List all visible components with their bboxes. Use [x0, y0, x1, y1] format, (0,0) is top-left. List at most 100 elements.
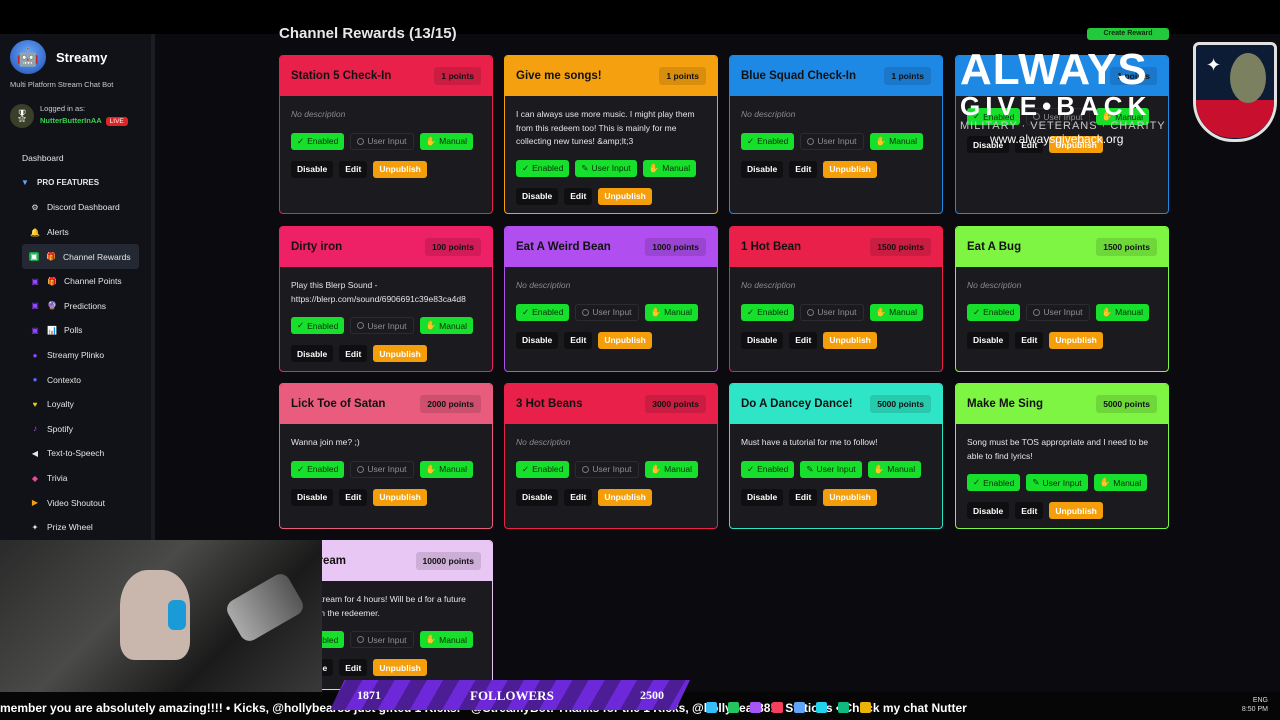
edit-button[interactable]: Edit: [339, 160, 368, 178]
tray-icon[interactable]: [772, 701, 783, 713]
edit-button[interactable]: Edit: [339, 488, 368, 506]
manual-toggle[interactable]: ✋ Manual: [869, 303, 924, 321]
manual-toggle[interactable]: ✋ Manual: [644, 460, 699, 478]
enabled-toggle[interactable]: ✓Enabled: [291, 132, 345, 150]
user-input-toggle[interactable]: User Input: [800, 132, 864, 150]
enabled-toggle[interactable]: ✓Enabled: [291, 317, 345, 334]
nav-item-alerts[interactable]: 🔔 Alerts: [0, 220, 151, 245]
reward-card: Eat A Bug 1500 points No description ✓ En…: [955, 226, 1169, 372]
enabled-toggle[interactable]: ✓Enabled: [516, 303, 570, 321]
nav-item-loyalty[interactable]: ♥ Loyalty: [0, 392, 151, 417]
unpublish-button[interactable]: Unpublish: [823, 331, 877, 349]
edit-button[interactable]: Edit: [339, 659, 368, 676]
nav-pro-features[interactable]: ▼ PRO FEATURES: [0, 171, 151, 196]
nav-item-channel-points[interactable]: ▣ 🎁 Channel Points: [0, 269, 151, 294]
unpublish-button[interactable]: Unpublish: [373, 488, 427, 506]
disable-button[interactable]: Disable: [967, 502, 1010, 519]
disable-button[interactable]: Disable: [291, 488, 334, 506]
user-input-toggle[interactable]: ✎ User Input: [1026, 474, 1088, 491]
user-input-toggle[interactable]: User Input: [800, 303, 864, 321]
manual-toggle[interactable]: ✋ Manual: [869, 132, 924, 150]
edit-button[interactable]: Edit: [789, 160, 818, 178]
manual-toggle[interactable]: ✋ Manual: [419, 132, 474, 150]
nav-item-polls[interactable]: ▣ 📊 Polls: [0, 318, 151, 343]
enabled-toggle[interactable]: ✓Enabled: [741, 460, 795, 478]
create-reward-button[interactable]: Create Reward: [1087, 28, 1169, 40]
manual-toggle[interactable]: ✋ Manual: [644, 303, 699, 321]
manual-toggle[interactable]: ✋ Manual: [1095, 303, 1150, 321]
enabled-toggle[interactable]: ✓Enabled: [516, 159, 570, 177]
nav-item-discord-dashboard[interactable]: ⚙ Discord Dashboard: [0, 195, 151, 220]
manual-toggle[interactable]: ✋ Manual: [419, 631, 474, 648]
nav-item-trivia[interactable]: ◆ Trivia: [0, 466, 151, 491]
edit-button[interactable]: Edit: [564, 331, 593, 349]
user-input-toggle[interactable]: ✎ User Input: [800, 460, 862, 478]
disable-button[interactable]: Disable: [516, 488, 559, 506]
unpublish-button[interactable]: Unpublish: [373, 345, 427, 362]
tray-icon[interactable]: [728, 701, 739, 713]
disable-button[interactable]: Disable: [741, 488, 784, 506]
unpublish-button[interactable]: Unpublish: [598, 488, 652, 506]
tray-icon[interactable]: [838, 701, 849, 713]
tray-icon[interactable]: [706, 701, 717, 713]
nav-item-spotify[interactable]: ♪ Spotify: [0, 417, 151, 442]
edit-button[interactable]: Edit: [564, 187, 593, 205]
unpublish-button[interactable]: Unpublish: [373, 659, 427, 676]
user-input-toggle[interactable]: User Input: [350, 317, 414, 334]
user-input-toggle[interactable]: User Input: [350, 460, 414, 478]
nav-item-streamy-plinko[interactable]: ● Streamy Plinko: [0, 343, 151, 368]
unpublish-button[interactable]: Unpublish: [1049, 331, 1103, 349]
user-input-toggle[interactable]: User Input: [575, 460, 639, 478]
disable-button[interactable]: Disable: [967, 331, 1010, 349]
nav-item-prize-wheel[interactable]: ✦ Prize Wheel: [0, 515, 151, 540]
disable-button[interactable]: Disable: [741, 160, 784, 178]
edit-button[interactable]: Edit: [1015, 331, 1044, 349]
nav-dashboard[interactable]: Dashboard: [0, 146, 151, 171]
user-input-toggle[interactable]: User Input: [575, 303, 639, 321]
disable-button[interactable]: Disable: [741, 331, 784, 349]
edit-button[interactable]: Edit: [789, 331, 818, 349]
user-input-toggle[interactable]: User Input: [1026, 303, 1090, 321]
nav-item-channel-rewards[interactable]: ▣ 🎁 Channel Rewards: [22, 244, 139, 269]
edit-button[interactable]: Edit: [564, 488, 593, 506]
enabled-toggle[interactable]: ✓Enabled: [967, 303, 1021, 321]
unpublish-button[interactable]: Unpublish: [1049, 502, 1103, 519]
enabled-toggle[interactable]: ✓Enabled: [967, 474, 1021, 491]
disable-button[interactable]: Disable: [291, 345, 334, 362]
enabled-toggle[interactable]: ✓Enabled: [741, 303, 795, 321]
unpublish-button[interactable]: Unpublish: [373, 160, 427, 178]
avatar[interactable]: 🎖: [10, 103, 34, 128]
nav-item-predictions[interactable]: ▣ 🔮 Predictions: [0, 294, 151, 319]
nav-label: Prize Wheel: [47, 522, 93, 533]
manual-toggle[interactable]: ✋ Manual: [867, 460, 922, 478]
tray-icon[interactable]: [860, 701, 871, 713]
disable-button[interactable]: Disable: [516, 187, 559, 205]
edit-button[interactable]: Edit: [339, 345, 368, 362]
user-input-toggle[interactable]: User Input: [350, 631, 414, 648]
enabled-toggle[interactable]: ✓Enabled: [291, 460, 345, 478]
nav-item-contexto[interactable]: ● Contexto: [0, 367, 151, 392]
user-input-toggle[interactable]: User Input: [350, 132, 414, 150]
nav-item-video-shoutout[interactable]: ▶ Video Shoutout: [0, 490, 151, 515]
nav-item-text-to-speech[interactable]: ◀ Text-to-Speech: [0, 441, 151, 466]
tray-icon[interactable]: [794, 701, 805, 713]
tray-icon[interactable]: [816, 701, 827, 713]
edit-button[interactable]: Edit: [1015, 502, 1044, 519]
manual-toggle[interactable]: ✋ Manual: [419, 317, 474, 334]
manual-toggle[interactable]: ✋ Manual: [1093, 474, 1148, 491]
disable-button[interactable]: Disable: [516, 331, 559, 349]
edit-button[interactable]: Edit: [789, 488, 818, 506]
unpublish-button[interactable]: Unpublish: [823, 488, 877, 506]
enabled-toggle[interactable]: ✓Enabled: [741, 132, 795, 150]
tray-icon[interactable]: [750, 701, 761, 713]
unpublish-button[interactable]: Unpublish: [598, 331, 652, 349]
unpublish-button[interactable]: Unpublish: [823, 160, 877, 178]
manual-toggle[interactable]: ✋ Manual: [642, 159, 697, 177]
user-input-toggle[interactable]: ✎ User Input: [575, 159, 637, 177]
enabled-toggle[interactable]: ✓Enabled: [516, 460, 570, 478]
overlay-mission: MILITARY · VETERANS · CHARITY: [960, 120, 1166, 132]
disable-button[interactable]: Disable: [291, 160, 334, 178]
unpublish-button[interactable]: Unpublish: [598, 187, 652, 205]
manual-toggle[interactable]: ✋ Manual: [419, 460, 474, 478]
reward-actions: Disable Edit Unpublish: [956, 502, 1168, 519]
